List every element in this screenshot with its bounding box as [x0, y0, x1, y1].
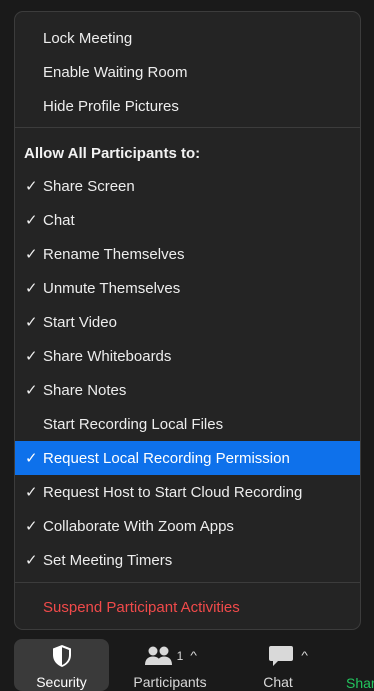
- set-meeting-timers-item[interactable]: ✓ Set Meeting Timers: [15, 543, 360, 577]
- hide-profile-pictures-item[interactable]: Hide Profile Pictures: [15, 89, 360, 123]
- start-video-item[interactable]: ✓ Start Video: [15, 305, 360, 339]
- security-label: Security: [36, 674, 87, 690]
- checkmark-icon: ✓: [25, 212, 38, 229]
- share-whiteboards-item[interactable]: ✓ Share Whiteboards: [15, 339, 360, 373]
- chat-bubble-icon: [269, 646, 294, 666]
- enable-waiting-room-item[interactable]: Enable Waiting Room: [15, 55, 360, 89]
- lock-meeting-item[interactable]: Lock Meeting: [15, 21, 360, 55]
- hide-profile-pictures-label: Hide Profile Pictures: [43, 97, 179, 115]
- share-screen-label: Share Screen: [43, 177, 135, 195]
- checkmark-icon: ✓: [25, 280, 38, 297]
- share-screen-item[interactable]: ✓ Share Screen: [15, 169, 360, 203]
- menu-divider: [15, 127, 360, 128]
- checkmark-icon: ✓: [25, 518, 38, 535]
- lock-meeting-label: Lock Meeting: [43, 29, 133, 47]
- chat-item[interactable]: ✓ Chat: [15, 203, 360, 237]
- share-notes-label: Share Notes: [43, 381, 127, 399]
- checkmark-icon: ✓: [25, 484, 38, 501]
- checkmark-icon: ✓: [25, 552, 38, 569]
- checkmark-icon: ✓: [25, 348, 38, 365]
- collaborate-zoom-apps-label: Collaborate With Zoom Apps: [43, 517, 234, 535]
- checkmark-icon: ✓: [25, 382, 38, 399]
- share-notes-item[interactable]: ✓ Share Notes: [15, 373, 360, 407]
- request-local-recording-permission-label: Request Local Recording Permission: [43, 449, 290, 467]
- chat-label: Chat: [43, 211, 75, 229]
- checkmark-icon: ✓: [25, 178, 38, 195]
- set-meeting-timers-label: Set Meeting Timers: [43, 551, 173, 569]
- suspend-participant-activities-label: Suspend Participant Activities: [43, 598, 240, 616]
- menu-divider: [15, 582, 360, 583]
- request-local-recording-permission-item[interactable]: ✓ Request Local Recording Permission: [15, 441, 360, 475]
- unmute-themselves-label: Unmute Themselves: [43, 279, 181, 297]
- request-host-cloud-recording-item[interactable]: ✓ Request Host to Start Cloud Recording: [15, 475, 360, 509]
- share-whiteboards-label: Share Whiteboards: [43, 347, 172, 365]
- start-recording-local-files-label: Start Recording Local Files: [43, 415, 224, 433]
- request-host-cloud-recording-label: Request Host to Start Cloud Recording: [43, 483, 303, 501]
- section-header: Allow All Participants to:: [24, 144, 201, 162]
- rename-themselves-item[interactable]: ✓ Rename Themselves: [15, 237, 360, 271]
- suspend-participant-activities-item[interactable]: Suspend Participant Activities: [15, 590, 360, 624]
- chat-button[interactable]: ^ Chat: [248, 639, 328, 691]
- participants-button[interactable]: 1 ^ Participants: [122, 639, 218, 691]
- participants-icon: [144, 646, 172, 665]
- security-button[interactable]: Security: [14, 639, 109, 691]
- participants-caret-icon[interactable]: ^: [190, 650, 197, 662]
- meeting-window: Lock Meeting Enable Waiting Room Hide Pr…: [0, 0, 374, 691]
- rename-themselves-label: Rename Themselves: [43, 245, 185, 263]
- checkmark-icon: ✓: [25, 450, 38, 467]
- collaborate-zoom-apps-item[interactable]: ✓ Collaborate With Zoom Apps: [15, 509, 360, 543]
- unmute-themselves-item[interactable]: ✓ Unmute Themselves: [15, 271, 360, 305]
- chat-label: Chat: [263, 674, 293, 690]
- checkmark-icon: ✓: [25, 246, 38, 263]
- participants-count: 1: [176, 649, 184, 663]
- shield-icon: [52, 645, 71, 667]
- enable-waiting-room-label: Enable Waiting Room: [43, 63, 188, 81]
- share-screen-button-label[interactable]: Shar: [346, 675, 374, 691]
- meeting-toolbar: Security 1 ^ Participants ^ Chat: [0, 636, 374, 691]
- checkmark-icon: ✓: [25, 314, 38, 331]
- start-video-label: Start Video: [43, 313, 117, 331]
- participants-label: Participants: [133, 674, 207, 690]
- security-menu: Lock Meeting Enable Waiting Room Hide Pr…: [14, 11, 361, 630]
- start-recording-local-files-item[interactable]: Start Recording Local Files: [15, 407, 360, 441]
- chat-caret-icon[interactable]: ^: [302, 650, 309, 662]
